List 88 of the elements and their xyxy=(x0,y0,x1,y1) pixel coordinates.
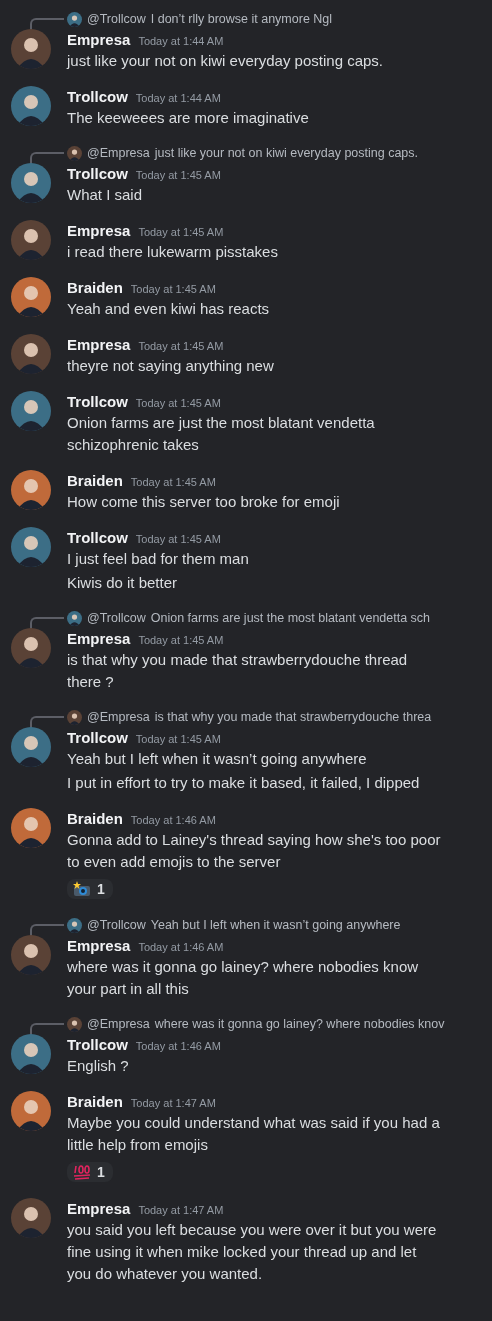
author-name[interactable]: Empresa xyxy=(67,334,131,355)
timestamp: Today at 1:45 AM xyxy=(135,396,221,411)
avatar[interactable] xyxy=(11,163,51,203)
author-name[interactable]: Braiden xyxy=(67,470,123,491)
camera-flash-icon xyxy=(73,881,91,897)
timestamp: Today at 1:45 AM xyxy=(130,282,216,297)
hundred-points-icon xyxy=(73,1164,91,1180)
message-text: I put in effort to try to make it based, it failed, I dipped xyxy=(67,773,421,793)
timestamp: Today at 1:44 AM xyxy=(135,91,221,106)
author-name[interactable]: Trollcow xyxy=(67,391,128,412)
author-name[interactable]: Trollcow xyxy=(67,527,128,548)
author-name[interactable]: Empresa xyxy=(67,29,131,50)
reply-mention[interactable]: @Empresa xyxy=(87,146,150,160)
mini-avatar[interactable] xyxy=(67,709,82,725)
avatar[interactable] xyxy=(11,527,51,567)
author-name[interactable]: Empresa xyxy=(67,935,131,956)
message-text: I just feel bad for them man xyxy=(67,549,250,569)
author-name[interactable]: Empresa xyxy=(67,220,131,241)
message-text: Maybe you could understand what was said if you had a little help from emojis xyxy=(67,1113,441,1155)
message-text: you said you left because you were over it but you were fine using it when mike locked your thread up and let you do whatever you wanted. xyxy=(67,1220,438,1284)
reply-mention[interactable]: @Trollcow xyxy=(87,12,146,26)
message-text: Yeah but I left when it wasn’t going anywhere xyxy=(67,749,368,769)
reply-preview[interactable]: I don’t rlly browse it anymore Ngl xyxy=(150,12,333,26)
timestamp: Today at 1:45 AM xyxy=(135,532,221,547)
reply-mention[interactable]: @Trollcow xyxy=(87,918,146,932)
avatar[interactable] xyxy=(11,334,51,374)
timestamp: Today at 1:45 AM xyxy=(138,633,224,648)
timestamp: Today at 1:46 AM xyxy=(138,940,224,955)
message-text: The keeweees are more imaginative xyxy=(67,108,310,128)
reply-preview[interactable]: where was it gonna go lainey? where nobodies knov xyxy=(154,1017,445,1031)
avatar[interactable] xyxy=(11,1198,51,1238)
avatar[interactable] xyxy=(11,220,51,260)
avatar[interactable] xyxy=(11,391,51,431)
reply-mention[interactable]: @Empresa xyxy=(87,1017,150,1031)
message-text: English ? xyxy=(67,1056,130,1076)
timestamp: Today at 1:44 AM xyxy=(138,34,224,49)
reply-mention[interactable]: @Empresa xyxy=(87,710,150,724)
timestamp: Today at 1:45 AM xyxy=(138,339,224,354)
avatar[interactable] xyxy=(11,1091,51,1131)
timestamp: Today at 1:46 AM xyxy=(135,1039,221,1054)
message-text: theyre not saying anything new xyxy=(67,356,275,376)
avatar[interactable] xyxy=(11,277,51,317)
author-name[interactable]: Trollcow xyxy=(67,163,128,184)
avatar[interactable] xyxy=(11,808,51,848)
reply-mention[interactable]: @Trollcow xyxy=(87,611,146,625)
avatar[interactable] xyxy=(11,470,51,510)
mini-avatar[interactable] xyxy=(67,1016,82,1032)
message-text: where was it gonna go lainey? where nobodies know your part in all this xyxy=(67,957,420,999)
mini-avatar[interactable] xyxy=(67,11,82,27)
avatar[interactable] xyxy=(11,1034,51,1074)
author-name[interactable]: Trollcow xyxy=(67,1034,128,1055)
reply-preview[interactable]: just like your not on kiwi everyday posting caps. xyxy=(154,146,419,160)
timestamp: Today at 1:47 AM xyxy=(138,1203,224,1218)
author-name[interactable]: Braiden xyxy=(67,1091,123,1112)
reply-preview[interactable]: Onion farms are just the most blatant vendetta sch xyxy=(150,611,431,625)
timestamp: Today at 1:45 AM xyxy=(130,475,216,490)
timestamp: Today at 1:45 AM xyxy=(135,732,221,747)
mini-avatar[interactable] xyxy=(67,917,82,933)
avatar[interactable] xyxy=(11,628,51,668)
message-text: Yeah and even kiwi has reacts xyxy=(67,299,271,319)
timestamp: Today at 1:47 AM xyxy=(130,1096,216,1111)
message-text: How come this server too broke for emoji xyxy=(67,492,341,512)
reply-preview[interactable]: Yeah but I left when it wasn’t going anywhere xyxy=(150,918,401,932)
message-text: Gonna add to Lainey's thread saying how she's too poor to even add emojis to the server xyxy=(67,830,442,872)
author-name[interactable]: Trollcow xyxy=(67,86,128,107)
message-text: Onion farms are just the most blatant vendetta schizophrenic takes xyxy=(67,413,376,455)
mini-avatar[interactable] xyxy=(67,610,82,626)
timestamp: Today at 1:46 AM xyxy=(130,813,216,828)
message-text: just like your not on kiwi everyday posting caps. xyxy=(67,51,384,71)
reaction-button[interactable]: 1 xyxy=(67,879,113,899)
avatar[interactable] xyxy=(11,29,51,69)
author-name[interactable]: Trollcow xyxy=(67,727,128,748)
timestamp: Today at 1:45 AM xyxy=(135,168,221,183)
avatar[interactable] xyxy=(11,935,51,975)
avatar[interactable] xyxy=(11,727,51,767)
mini-avatar[interactable] xyxy=(67,145,82,161)
author-name[interactable]: Braiden xyxy=(67,277,123,298)
message-text: Kiwis do it better xyxy=(67,573,179,593)
message-text: is that why you made that strawberrydouche thread there ? xyxy=(67,650,409,692)
author-name[interactable]: Empresa xyxy=(67,1198,131,1219)
avatar[interactable] xyxy=(11,86,51,126)
message-text: i read there lukewarm pisstakes xyxy=(67,242,279,262)
reply-preview[interactable]: is that why you made that strawberrydouche threa xyxy=(154,710,432,724)
author-name[interactable]: Empresa xyxy=(67,628,131,649)
timestamp: Today at 1:45 AM xyxy=(138,225,224,240)
message-text: What I said xyxy=(67,185,144,205)
author-name[interactable]: Braiden xyxy=(67,808,123,829)
reaction-button[interactable]: 1 xyxy=(67,1162,113,1182)
